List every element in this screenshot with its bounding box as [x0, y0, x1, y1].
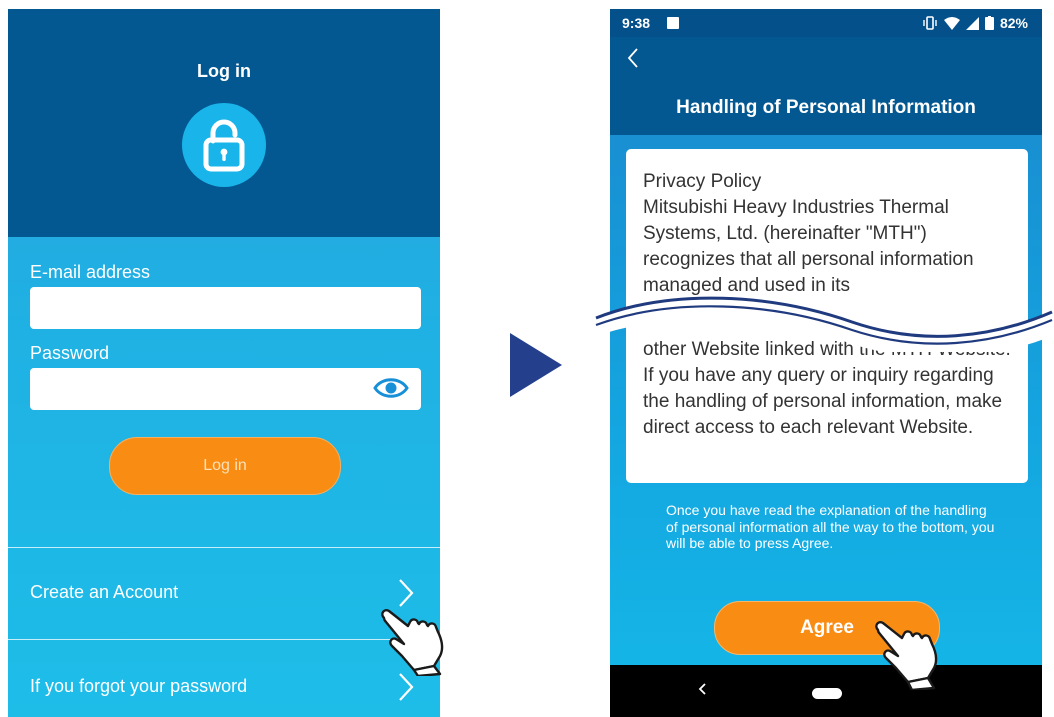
signal-icon	[965, 16, 979, 30]
login-title: Log in	[197, 61, 251, 81]
agree-button-label: Agree	[800, 617, 854, 638]
privacy-screen: 9:38 82% Handling of Personal Informatio…	[610, 9, 1042, 717]
create-account-label: Create an Account	[30, 582, 179, 602]
email-label: E-mail address	[30, 262, 151, 282]
agree-instruction: Once you have read the explanation of th…	[666, 502, 995, 551]
eye-icon[interactable]	[373, 376, 409, 400]
vibrate-icon	[923, 16, 937, 30]
login-button[interactable]: Log in	[109, 437, 341, 495]
login-header: Log in	[8, 9, 440, 237]
flow-arrow-icon	[510, 333, 562, 397]
pointing-hand-icon	[381, 609, 444, 676]
chevron-right-icon	[399, 673, 414, 701]
text-break-wave	[595, 296, 1053, 352]
app-bar: Handling of Personal Information	[610, 37, 1042, 135]
status-indicators: 82%	[922, 15, 1028, 31]
pointing-hand-icon	[875, 621, 938, 690]
policy-text-bottom: other Website linked with the MTH Websit…	[643, 339, 1011, 438]
back-arrow-icon[interactable]	[626, 47, 640, 69]
password-label: Password	[30, 343, 110, 363]
unlocked-padlock-icon	[182, 103, 266, 187]
policy-text-top: Privacy Policy Mitsubishi Heavy Industri…	[643, 171, 974, 296]
image-notification-icon	[667, 17, 679, 29]
status-time: 9:38	[622, 15, 651, 31]
page-title: Handling of Personal Information	[676, 97, 976, 118]
email-field[interactable]	[30, 287, 421, 329]
forgot-password-label: If you forgot your password	[30, 676, 248, 696]
nav-back-icon[interactable]	[698, 682, 708, 696]
password-field[interactable]	[30, 368, 421, 410]
battery-icon	[984, 16, 994, 30]
create-account-link[interactable]: Create an Account	[8, 548, 440, 634]
status-bar: 9:38 82%	[610, 9, 1042, 37]
login-screen: Log in E-mail address Password Log in Cr…	[8, 9, 440, 717]
forgot-password-link[interactable]: If you forgot your password	[8, 640, 440, 717]
nav-home-button[interactable]	[812, 688, 842, 699]
system-nav-bar	[610, 665, 1042, 717]
battery-percent: 82%	[999, 15, 1028, 31]
login-button-label: Log in	[203, 457, 247, 474]
wifi-icon	[943, 16, 960, 30]
